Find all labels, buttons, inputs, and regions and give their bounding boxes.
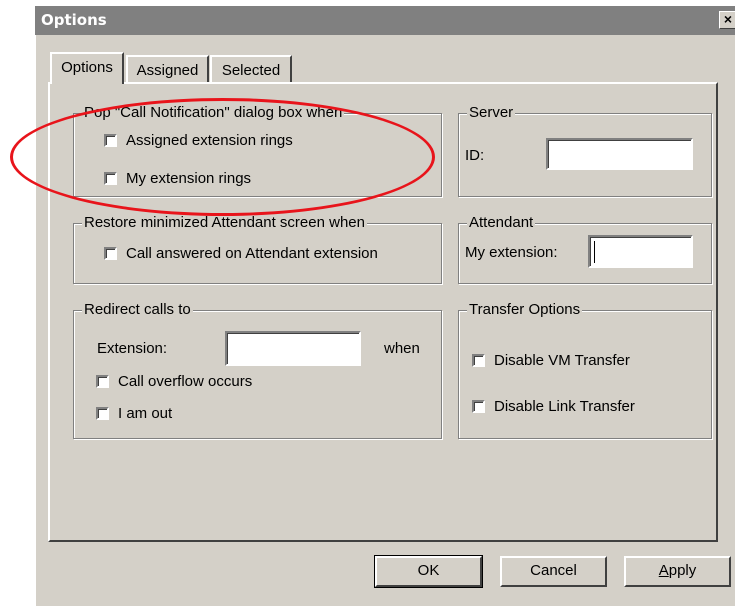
redirect-extension-input[interactable] <box>225 331 361 366</box>
disable-link-transfer-checkbox[interactable]: Disable Link Transfer <box>472 398 635 415</box>
checkbox-box[interactable] <box>96 407 109 420</box>
disable-link-transfer-label: Disable Link Transfer <box>494 398 635 415</box>
call-overflow-label: Call overflow occurs <box>118 373 253 390</box>
ok-button[interactable]: OK <box>374 555 483 588</box>
text-caret <box>594 241 595 263</box>
when-label: when <box>384 340 420 357</box>
disable-vm-transfer-checkbox[interactable]: Disable VM Transfer <box>472 352 630 369</box>
tab-selected-label: Selected <box>221 62 281 79</box>
server-id-label: ID: <box>465 147 485 164</box>
server-id-input[interactable] <box>546 138 693 170</box>
cancel-button[interactable]: Cancel <box>500 556 607 587</box>
disable-vm-transfer-label: Disable VM Transfer <box>494 352 630 369</box>
cancel-button-label: Cancel <box>530 562 577 579</box>
window-title: Options <box>41 11 107 29</box>
my-extension-label: My extension: <box>465 244 558 261</box>
ok-button-label: OK <box>417 562 440 579</box>
call-answered-checkbox[interactable]: Call answered on Attendant extension <box>104 245 378 262</box>
redirect-extension-label: Extension: <box>97 340 168 357</box>
checkbox-box[interactable] <box>472 354 485 367</box>
server-group-legend: Server <box>467 104 516 121</box>
i-am-out-label: I am out <box>118 405 173 422</box>
restore-group-legend: Restore minimized Attendant screen when <box>82 214 367 231</box>
transfer-group: Transfer Options <box>458 301 712 439</box>
call-answered-label: Call answered on Attendant extension <box>126 245 378 262</box>
title-bar: Options × <box>35 6 735 35</box>
checkbox-box[interactable] <box>472 400 485 413</box>
tab-options[interactable]: Options <box>50 52 124 84</box>
redirect-group-legend: Redirect calls to <box>82 301 193 318</box>
attendant-group-legend: Attendant <box>467 214 536 231</box>
tab-assigned[interactable]: Assigned <box>126 55 209 83</box>
transfer-group-legend: Transfer Options <box>467 301 583 318</box>
checkbox-box[interactable] <box>104 247 117 260</box>
apply-button[interactable]: Apply <box>624 556 731 587</box>
tab-options-label: Options <box>61 59 113 76</box>
close-icon: × <box>723 11 733 27</box>
call-overflow-checkbox[interactable]: Call overflow occurs <box>96 373 252 390</box>
i-am-out-checkbox[interactable]: I am out <box>96 405 172 422</box>
tab-assigned-label: Assigned <box>136 62 199 79</box>
close-button[interactable]: × <box>719 11 735 29</box>
tab-selected[interactable]: Selected <box>210 55 292 83</box>
checkbox-box[interactable] <box>96 375 109 388</box>
highlight-ellipse <box>10 98 435 216</box>
apply-button-label: Apply <box>658 562 697 579</box>
my-extension-input[interactable] <box>588 235 693 268</box>
